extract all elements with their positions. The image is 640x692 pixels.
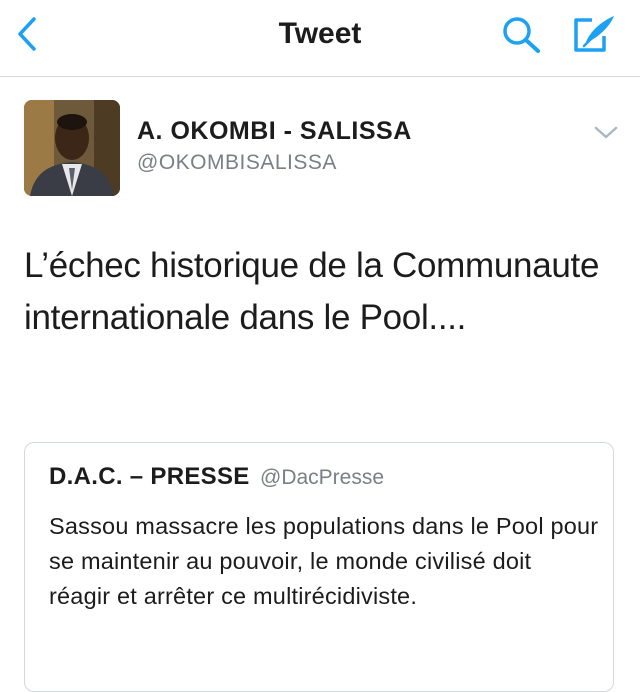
quoted-tweet-header: D.A.C. – PRESSE @DacPresse bbox=[49, 463, 384, 491]
navigation-bar: Tweet bbox=[0, 0, 640, 77]
quoted-tweet-text: Sassou massacre les populations dans le … bbox=[49, 513, 599, 609]
tweet-text: L’échec historique de la Communaute inte… bbox=[24, 246, 600, 337]
compose-icon[interactable] bbox=[570, 12, 618, 56]
chevron-left-icon[interactable] bbox=[12, 14, 44, 54]
author-handle[interactable]: @OKOMBISALISSA bbox=[137, 151, 337, 175]
chevron-down-icon[interactable] bbox=[592, 122, 620, 144]
quoted-author-handle: @DacPresse bbox=[260, 466, 385, 489]
quoted-author-name: D.A.C. – PRESSE bbox=[49, 463, 250, 490]
avatar[interactable] bbox=[24, 100, 120, 196]
author-name[interactable]: A. OKOMBI - SALISSA bbox=[137, 117, 412, 146]
tweet-author: A. OKOMBI - SALISSA @OKOMBISALISSA bbox=[24, 100, 624, 198]
quoted-tweet[interactable]: D.A.C. – PRESSE @DacPresse Sassou massac… bbox=[24, 442, 614, 692]
search-icon[interactable] bbox=[498, 12, 546, 56]
